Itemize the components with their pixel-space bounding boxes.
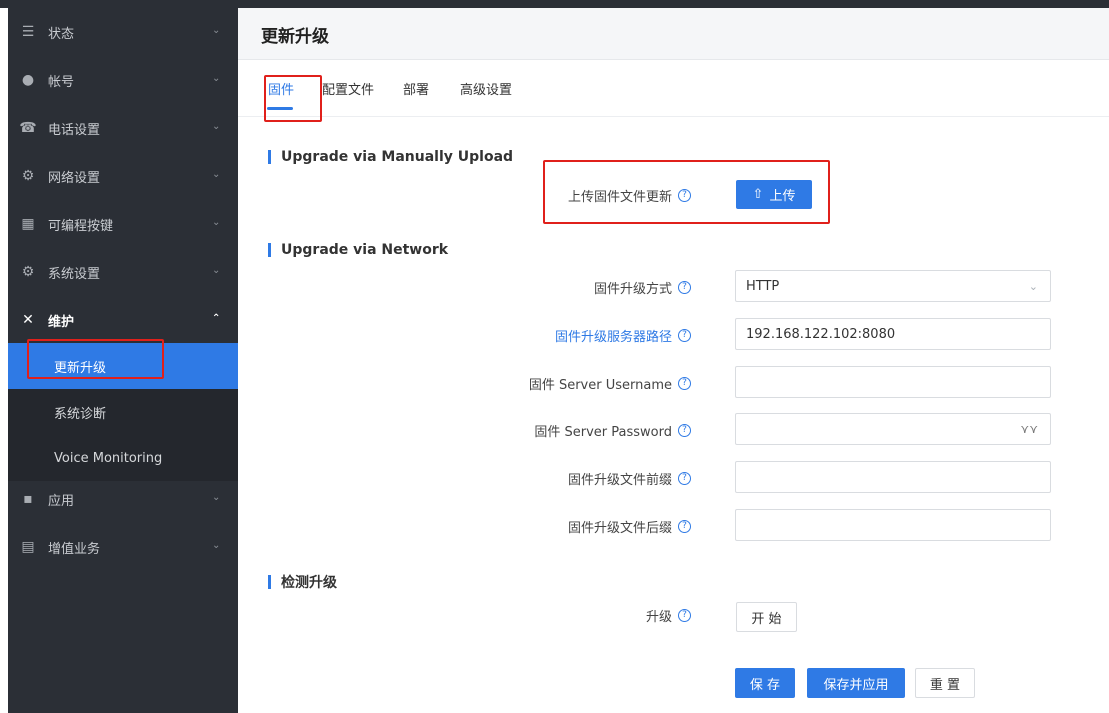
section-title-detect: 检测升级 (268, 572, 337, 592)
sidebar-item-system-settings[interactable]: ⚙ 系统设置 ⌄ (8, 248, 238, 296)
tab-provision[interactable]: 部署 (403, 79, 429, 98)
network-icon: ⚙ (21, 168, 35, 184)
page-header: 更新升级 (238, 8, 1109, 60)
list-icon: ☰ (21, 24, 35, 40)
sidebar-item-label: 网络设置 (48, 170, 101, 186)
chevron-down-icon: ⌄ (1028, 280, 1038, 293)
apps-icon: ▪ (23, 491, 33, 507)
user-icon: ● (21, 72, 35, 88)
sidebar: ☰ 状态 ⌄ ● 帐号 ⌄ ☎ 电话设置 ⌄ ⚙ 网络设置 ⌄ ▦ 可编程按键 … (8, 8, 238, 713)
server-password-input[interactable]: ⋎⋎ (735, 413, 1051, 445)
sidebar-item-network-settings[interactable]: ⚙ 网络设置 ⌄ (8, 152, 238, 200)
tab-active-indicator (267, 107, 293, 110)
section-title-network: Upgrade via Network (268, 242, 448, 258)
system-icon: ⚙ (21, 264, 35, 280)
sidebar-item-programmable-keys[interactable]: ▦ 可编程按键 ⌄ (8, 200, 238, 248)
chevron-down-icon: ⌄ (212, 217, 221, 228)
upload-firmware-label: 上传固件文件更新 ? (568, 186, 691, 205)
upload-button[interactable]: ⇧ 上传 (736, 180, 812, 209)
chevron-down-icon: ⌄ (212, 540, 221, 551)
page-title: 更新升级 (261, 27, 329, 47)
sidebar-item-value-added[interactable]: ▤ 增值业务 ⌄ (8, 523, 238, 571)
server-username-label: 固件 Server Username ? (529, 374, 691, 393)
help-icon[interactable]: ? (678, 609, 691, 622)
file-prefix-label: 固件升级文件前缀 ? (568, 469, 691, 488)
chevron-down-icon: ⌄ (212, 492, 221, 503)
section-title-manual: Upgrade via Manually Upload (268, 149, 513, 165)
help-icon[interactable]: ? (678, 472, 691, 485)
help-icon[interactable]: ? (678, 377, 691, 390)
sidebar-item-label: 应用 (48, 493, 75, 509)
tab-config-file[interactable]: 配置文件 (322, 79, 374, 98)
keypad-icon: ▦ (21, 216, 35, 232)
file-prefix-input[interactable] (735, 461, 1051, 493)
document-icon: ▤ (21, 539, 35, 555)
chevron-down-icon: ⌄ (212, 121, 221, 132)
sidebar-item-apps[interactable]: ▪ 应用 ⌄ (8, 475, 238, 523)
upgrade-label: 升级 ? (646, 606, 691, 625)
sidebar-subitem-label: 系统诊断 (54, 406, 107, 422)
reset-button[interactable]: 重 置 (915, 668, 975, 698)
sidebar-item-account[interactable]: ● 帐号 ⌄ (8, 56, 238, 104)
sidebar-subitem-label: Voice Monitoring (54, 450, 163, 466)
server-password-label: 固件 Server Password ? (534, 421, 691, 440)
sidebar-subitem-diagnostics[interactable]: 系统诊断 (8, 389, 238, 435)
upload-icon: ⇧ (752, 187, 764, 202)
main-content: 更新升级 固件 配置文件 部署 高级设置 Upgrade via Manuall… (238, 8, 1109, 713)
phone-icon: ☎ (19, 120, 37, 136)
help-icon[interactable]: ? (678, 281, 691, 294)
sidebar-item-label: 状态 (48, 26, 75, 42)
sidebar-item-phone-settings[interactable]: ☎ 电话设置 ⌄ (8, 104, 238, 152)
save-button[interactable]: 保 存 (735, 668, 795, 698)
help-icon[interactable]: ? (678, 424, 691, 437)
chevron-down-icon: ⌄ (212, 73, 221, 84)
sidebar-subitem-label: 更新升级 (54, 360, 107, 376)
start-upgrade-button[interactable]: 开 始 (736, 602, 797, 632)
chevron-down-icon: ⌄ (212, 25, 221, 36)
sidebar-item-status[interactable]: ☰ 状态 ⌄ (8, 8, 238, 56)
help-icon[interactable]: ? (678, 329, 691, 342)
tools-icon: ✕ (22, 312, 34, 328)
sidebar-item-label: 可编程按键 (48, 218, 114, 234)
upgrade-method-label: 固件升级方式 ? (594, 278, 691, 297)
eye-closed-icon[interactable]: ⋎⋎ (1020, 422, 1038, 436)
sidebar-item-maintenance[interactable]: ✕ 维护 ⌃ (8, 296, 238, 344)
tab-bar: 固件 配置文件 部署 高级设置 (238, 61, 1109, 117)
file-suffix-label: 固件升级文件后缀 ? (568, 517, 691, 536)
sidebar-item-label: 系统设置 (48, 266, 101, 282)
help-icon[interactable]: ? (678, 520, 691, 533)
upgrade-server-path-input[interactable]: 192.168.122.102:8080 (735, 318, 1051, 350)
upgrade-server-path-label: 固件升级服务器路径 ? (555, 326, 691, 345)
chevron-down-icon: ⌄ (212, 169, 221, 180)
top-bar (0, 0, 1109, 8)
help-icon[interactable]: ? (678, 189, 691, 202)
sidebar-subitem-upgrade[interactable]: 更新升级 (8, 343, 238, 389)
sidebar-item-label: 帐号 (48, 74, 75, 90)
sidebar-item-label: 电话设置 (48, 122, 101, 138)
sidebar-item-label: 维护 (48, 314, 75, 330)
file-suffix-input[interactable] (735, 509, 1051, 541)
chevron-up-icon: ⌃ (212, 313, 221, 324)
tab-advanced[interactable]: 高级设置 (460, 79, 512, 98)
chevron-down-icon: ⌄ (212, 265, 221, 276)
sidebar-item-label: 增值业务 (48, 541, 101, 557)
server-username-input[interactable] (735, 366, 1051, 398)
upgrade-method-select[interactable]: HTTP ⌄ (735, 270, 1051, 302)
save-apply-button[interactable]: 保存并应用 (807, 668, 905, 698)
tab-firmware[interactable]: 固件 (268, 79, 294, 98)
left-edge (0, 8, 8, 713)
